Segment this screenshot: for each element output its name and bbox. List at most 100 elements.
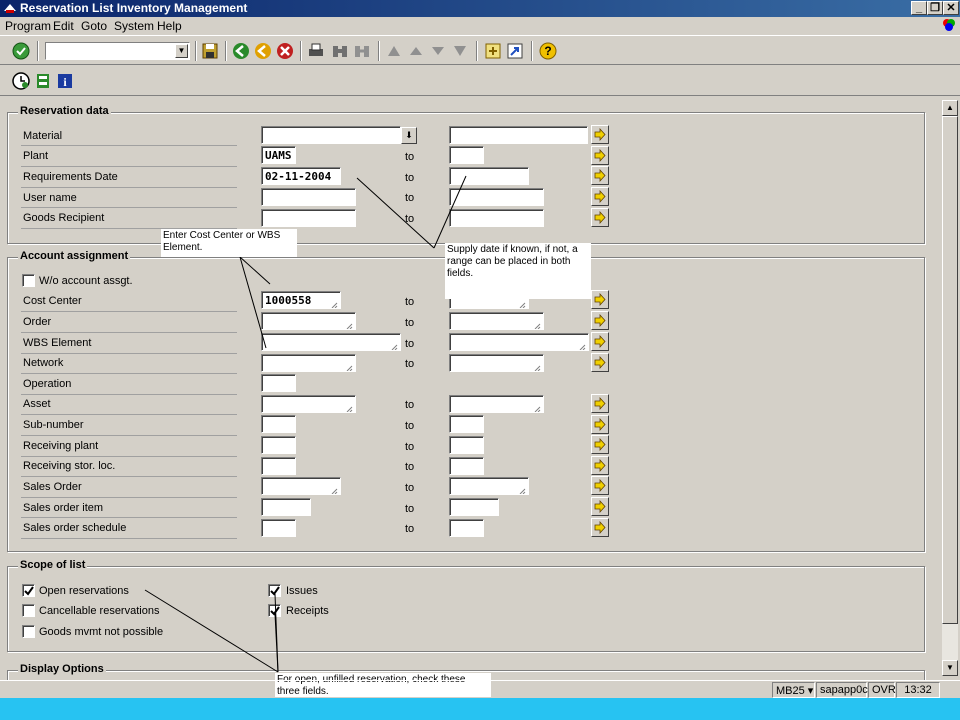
menu-edit[interactable]: Edit — [53, 19, 74, 33]
close-button[interactable]: ✕ — [943, 1, 959, 15]
multiple-selection-button[interactable] — [591, 208, 609, 227]
receiving-stor-loc-from-input[interactable] — [261, 457, 296, 475]
multiple-selection-button[interactable] — [591, 187, 609, 206]
multiple-selection-button[interactable] — [591, 332, 609, 351]
back-icon[interactable] — [231, 41, 251, 61]
issues-checkbox[interactable] — [268, 584, 281, 597]
multiple-selection-button[interactable] — [591, 497, 609, 516]
sales-order-from-input[interactable] — [261, 477, 341, 495]
cancellable-reservations-checkbox[interactable] — [22, 604, 35, 617]
plant-from-input[interactable]: UAMS — [261, 146, 296, 164]
multiple-selection-arrow-icon — [594, 355, 606, 370]
status-bar: MB25 ▾ sapapp0c OVR 13:32 — [0, 680, 960, 698]
order-label: Order — [23, 316, 52, 328]
reservation-data-title: Reservation data — [18, 105, 111, 117]
info-icon[interactable]: i — [55, 71, 75, 91]
cost-center-from-input[interactable]: 1000558 — [261, 291, 341, 309]
goods-recipient-from-input[interactable] — [261, 209, 356, 227]
multiple-selection-button[interactable] — [591, 456, 609, 475]
asset-from-input[interactable] — [261, 395, 356, 413]
material-f4-help-icon[interactable]: ⬇ — [401, 127, 417, 144]
find-next-icon[interactable] — [352, 41, 372, 61]
restore-button[interactable]: ❐ — [927, 1, 943, 15]
plant-to-input[interactable] — [449, 146, 484, 164]
field-grip-icon — [391, 341, 398, 350]
menu-goto[interactable]: Goto — [81, 19, 107, 33]
scroll-up-icon[interactable]: ▲ — [942, 100, 958, 116]
exit-icon[interactable] — [253, 41, 273, 61]
wo-account-assgt-checkbox[interactable] — [22, 274, 35, 287]
material-label: Material — [23, 130, 63, 142]
command-field[interactable]: ▼ — [45, 42, 190, 60]
vertical-scrollbar[interactable]: ▲ ▼ — [942, 100, 958, 676]
sales-order-schedule-from-input[interactable] — [261, 519, 296, 537]
command-dropdown-icon[interactable]: ▼ — [175, 44, 188, 58]
scroll-down-icon[interactable]: ▼ — [942, 660, 958, 676]
multiple-selection-button[interactable] — [591, 394, 609, 413]
find-icon[interactable] — [330, 41, 350, 61]
multiple-selection-button[interactable] — [591, 166, 609, 185]
multiple-selection-button[interactable] — [591, 353, 609, 372]
multiple-selection-button[interactable] — [591, 415, 609, 434]
help-icon[interactable]: ? — [538, 41, 558, 61]
multiple-selection-button[interactable] — [591, 311, 609, 330]
wbs-element-from-input[interactable] — [261, 333, 401, 351]
order-from-input[interactable] — [261, 312, 356, 330]
minimize-button[interactable]: _ — [911, 1, 927, 15]
create-session-icon[interactable] — [483, 41, 503, 61]
field-grip-icon — [579, 341, 586, 350]
previous-page-icon[interactable] — [406, 41, 426, 61]
last-page-icon[interactable] — [450, 41, 470, 61]
multiple-selection-button[interactable] — [591, 435, 609, 454]
cost-center-label: Cost Center — [23, 295, 82, 307]
receiving-stor-loc-to-input[interactable] — [449, 457, 484, 475]
save-icon[interactable] — [200, 41, 220, 61]
receiving-stor-loc-to-label: to — [405, 461, 415, 473]
print-icon[interactable] — [306, 41, 326, 61]
sub-number-from-input[interactable] — [261, 415, 296, 433]
material-from-input[interactable] — [261, 126, 401, 144]
menu-program[interactable]: Program — [5, 19, 51, 33]
next-page-icon[interactable] — [428, 41, 448, 61]
multiple-selection-button[interactable] — [591, 146, 609, 165]
open-reservations-checkbox[interactable] — [22, 584, 35, 597]
wbs-element-to-input[interactable] — [449, 333, 589, 351]
network-to-input[interactable] — [449, 354, 544, 372]
receiving-plant-from-input[interactable] — [261, 436, 296, 454]
scroll-thumb[interactable] — [942, 116, 958, 624]
sales-order-to-input[interactable] — [449, 477, 529, 495]
menu-help[interactable]: Help — [157, 19, 182, 33]
sales-order-schedule-to-input[interactable] — [449, 519, 484, 537]
multiple-selection-button[interactable] — [591, 518, 609, 537]
execute-clock-icon[interactable] — [11, 71, 31, 91]
multiple-selection-button[interactable] — [591, 290, 609, 309]
sales-order-item-from-input[interactable] — [261, 498, 311, 516]
user-name-to-input[interactable] — [449, 188, 544, 206]
multiple-selection-button[interactable] — [591, 125, 609, 144]
open-reservations-label: Open reservations — [39, 585, 129, 597]
first-page-icon[interactable] — [384, 41, 404, 61]
shortcut-icon[interactable] — [505, 41, 525, 61]
sales-order-item-to-input[interactable] — [449, 498, 499, 516]
cancel-icon[interactable] — [275, 41, 295, 61]
menu-system[interactable]: System — [114, 19, 154, 33]
multiple-selection-button[interactable] — [591, 476, 609, 495]
sales-order-to-label: to — [405, 482, 415, 494]
multiple-selection-arrow-icon — [594, 210, 606, 225]
operation-input[interactable] — [261, 374, 296, 392]
transaction-code-dropdown[interactable]: MB25 ▾ — [772, 682, 815, 698]
goods-mvmt-not-possible-checkbox[interactable] — [22, 625, 35, 638]
receipts-checkbox[interactable] — [268, 604, 281, 617]
material-to-input[interactable] — [449, 126, 588, 144]
requirements-date-from-input[interactable]: 02-11-2004 — [261, 167, 341, 185]
enter-check-icon[interactable] — [11, 41, 31, 61]
network-from-input[interactable] — [261, 354, 356, 372]
requirements-date-to-input[interactable] — [449, 167, 529, 185]
goods-recipient-to-input[interactable] — [449, 209, 544, 227]
user-name-from-input[interactable] — [261, 188, 356, 206]
asset-to-input[interactable] — [449, 395, 544, 413]
sub-number-to-input[interactable] — [449, 415, 484, 433]
receiving-plant-to-input[interactable] — [449, 436, 484, 454]
variant-icon[interactable] — [33, 71, 53, 91]
order-to-input[interactable] — [449, 312, 544, 330]
